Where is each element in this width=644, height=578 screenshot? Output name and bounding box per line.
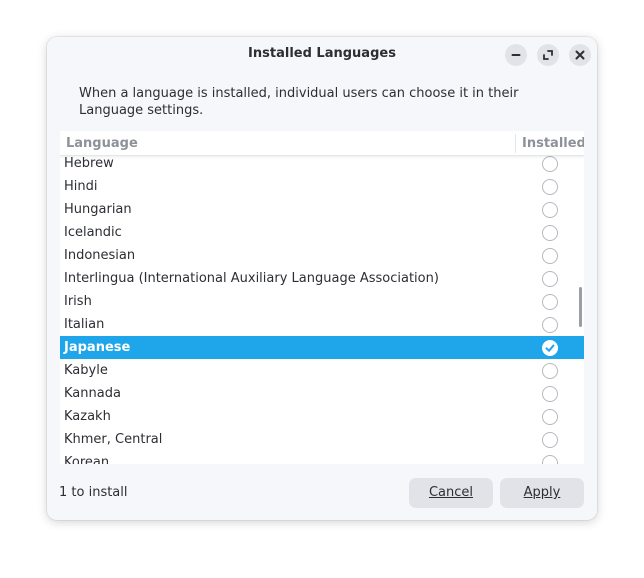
column-header-language[interactable]: Language — [66, 136, 138, 151]
installed-checkbox[interactable] — [542, 455, 558, 464]
installed-checkbox[interactable] — [542, 271, 558, 287]
language-name: Hebrew — [64, 156, 114, 171]
language-name: Kabyle — [64, 363, 108, 378]
titlebar: Installed Languages — [47, 37, 597, 73]
installed-checkbox[interactable] — [542, 386, 558, 402]
close-button[interactable] — [569, 44, 591, 66]
language-name: Khmer, Central — [64, 432, 163, 447]
installed-checkbox[interactable] — [542, 363, 558, 379]
language-name: Kazakh — [64, 409, 111, 424]
installed-checkbox[interactable] — [542, 156, 558, 172]
list-header: Language Installed — [60, 131, 584, 156]
language-row[interactable]: Hungarian — [60, 198, 584, 221]
language-row[interactable]: Indonesian — [60, 244, 584, 267]
column-header-installed[interactable]: Installed — [522, 136, 584, 151]
installed-checkbox[interactable] — [542, 179, 558, 195]
installed-checkbox[interactable] — [542, 248, 558, 264]
language-row[interactable]: Khmer, Central — [60, 428, 584, 451]
language-name: Irish — [64, 294, 92, 309]
installed-checkbox[interactable] — [542, 202, 558, 218]
maximize-icon — [543, 50, 553, 60]
column-separator — [515, 134, 516, 153]
language-name: Hungarian — [64, 202, 132, 217]
language-row[interactable]: Hindi — [60, 175, 584, 198]
installed-checkbox[interactable] — [542, 294, 558, 310]
language-row[interactable]: Korean — [60, 451, 584, 464]
installed-checkbox[interactable] — [542, 317, 558, 333]
language-row[interactable]: Kazakh — [60, 405, 584, 428]
language-row[interactable]: Japanese — [60, 336, 584, 359]
language-name: Icelandic — [64, 225, 122, 240]
apply-button[interactable]: Apply — [500, 478, 584, 508]
language-row[interactable]: Interlingua (International Auxiliary Lan… — [60, 267, 584, 290]
language-row[interactable]: Italian — [60, 313, 584, 336]
installed-checkbox[interactable] — [542, 409, 558, 425]
installed-checkbox[interactable] — [542, 225, 558, 241]
language-name: Italian — [64, 317, 105, 332]
minimize-icon — [511, 54, 521, 56]
language-row[interactable]: Icelandic — [60, 221, 584, 244]
checkmark-icon — [542, 340, 558, 356]
language-rows: Hebrew Hindi Hungarian Icelandic Indonesian I… — [60, 152, 584, 464]
installed-languages-dialog: Installed Languages When a language is i… — [47, 37, 597, 520]
language-name: Interlingua (International Auxiliary Lan… — [64, 271, 439, 286]
language-name: Hindi — [64, 179, 98, 194]
language-name: Kannada — [64, 386, 121, 401]
install-status: 1 to install — [59, 485, 128, 500]
language-row[interactable]: Kabyle — [60, 359, 584, 382]
close-icon — [575, 50, 585, 60]
language-name: Korean — [64, 455, 110, 464]
language-row[interactable]: Irish — [60, 290, 584, 313]
description-text: When a language is installed, individual… — [79, 86, 519, 118]
language-name: Japanese — [64, 340, 131, 355]
installed-checkbox[interactable] — [542, 432, 558, 448]
cancel-button[interactable]: Cancel — [409, 478, 493, 508]
maximize-button[interactable] — [537, 44, 559, 66]
minimize-button[interactable] — [505, 44, 527, 66]
installed-checkbox[interactable] — [542, 340, 558, 356]
language-name: Indonesian — [64, 248, 136, 263]
language-row[interactable]: Kannada — [60, 382, 584, 405]
language-list[interactable]: Language Installed Hebrew Hindi Hungarian I… — [60, 131, 584, 464]
scrollbar[interactable] — [579, 287, 582, 327]
